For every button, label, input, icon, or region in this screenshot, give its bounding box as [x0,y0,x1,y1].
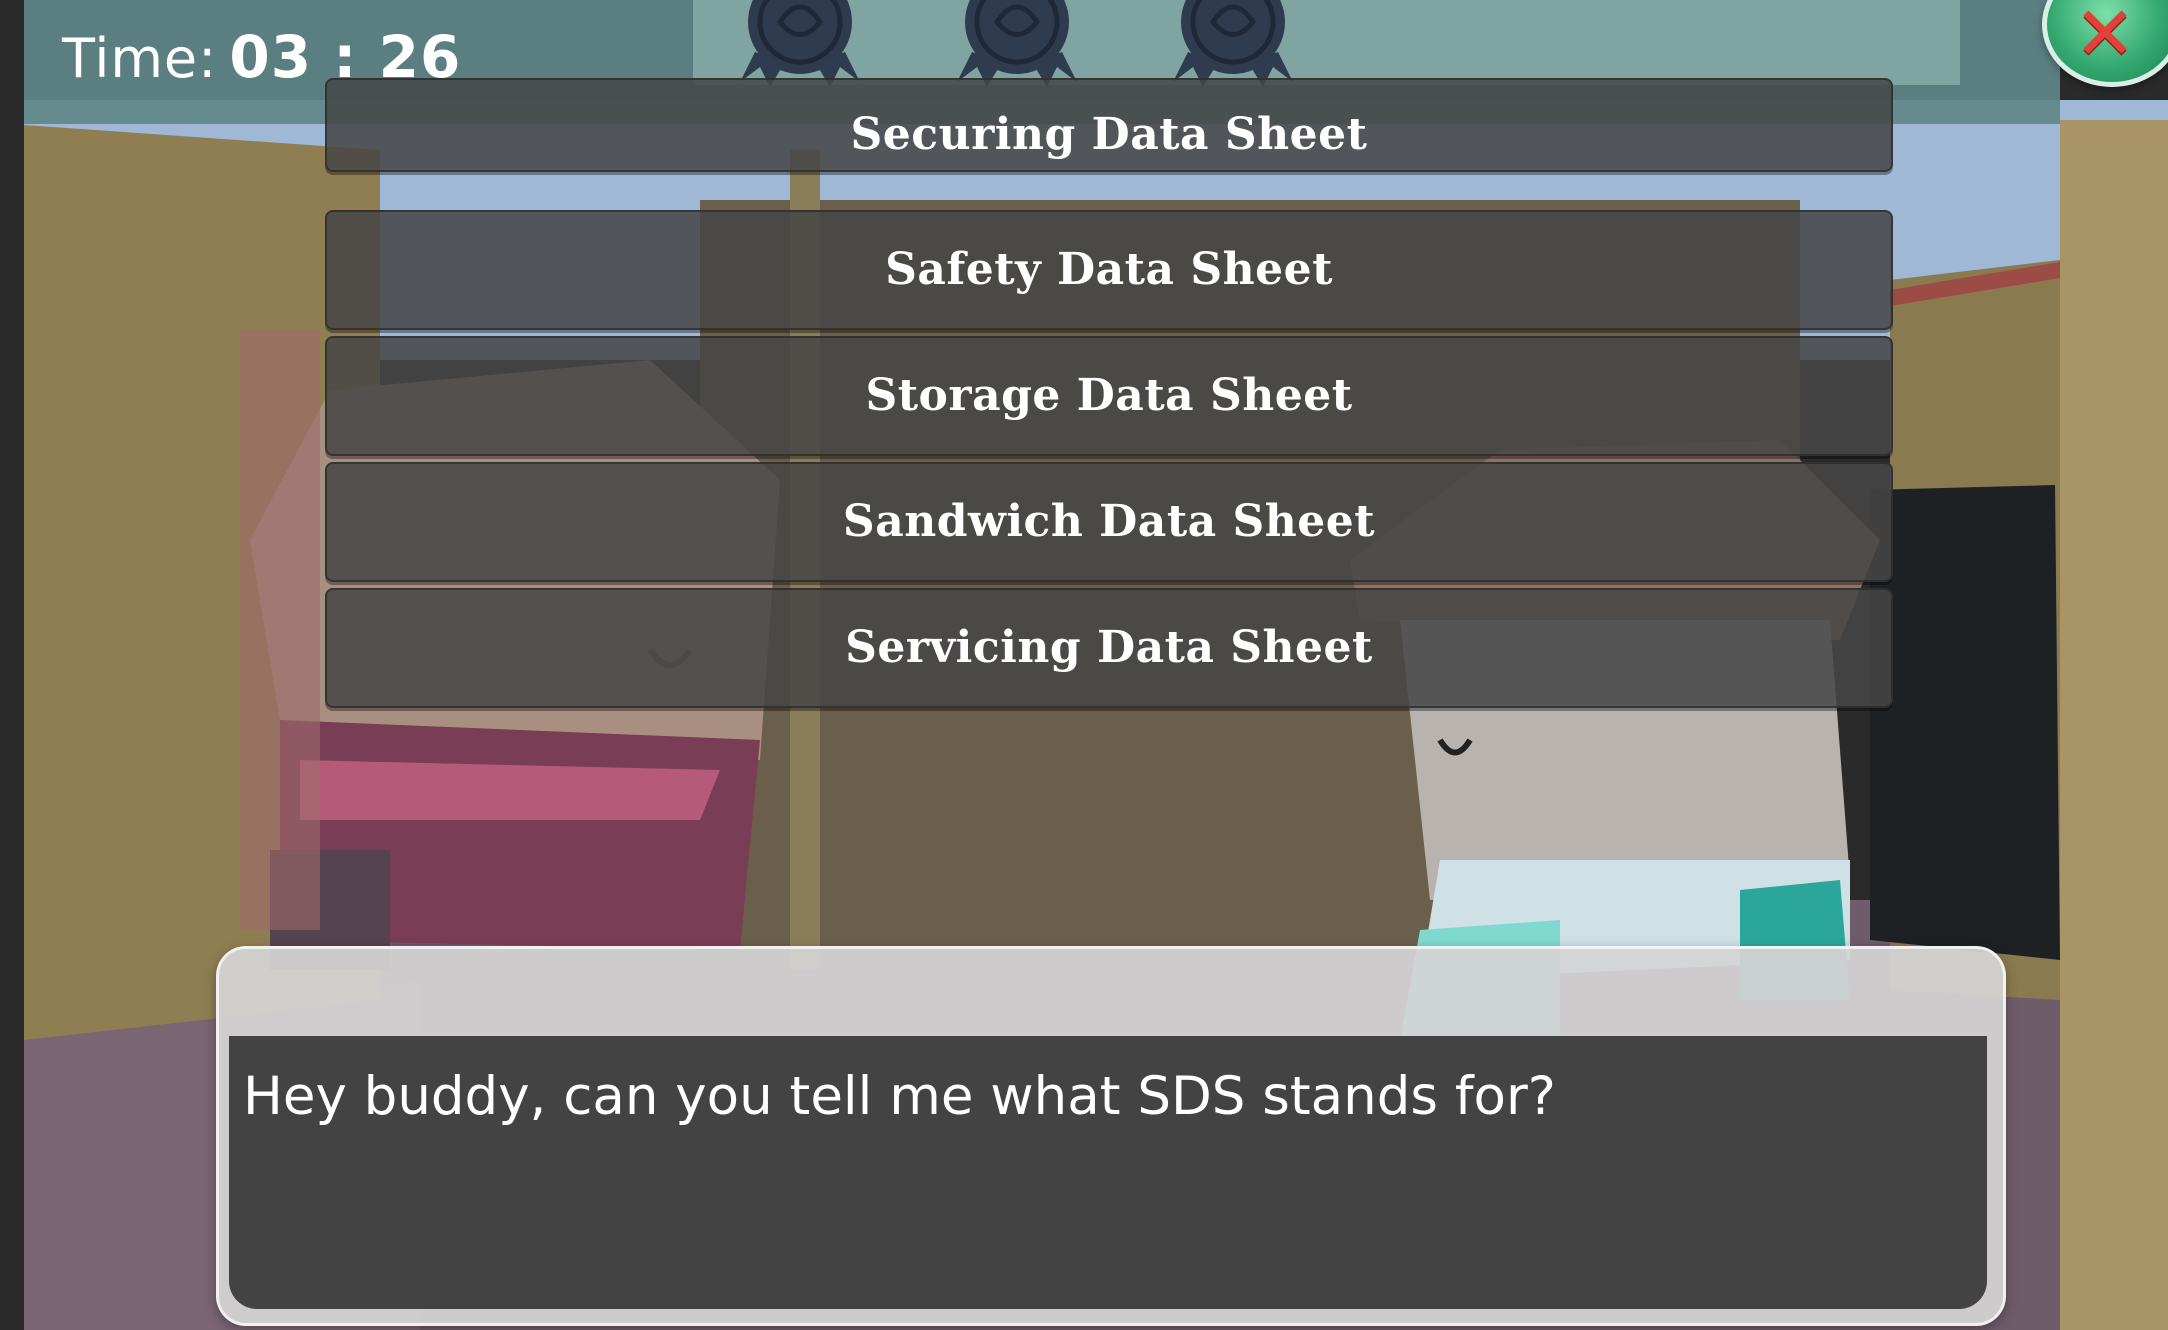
choice-servicing-data-sheet[interactable]: Servicing Data Sheet [325,588,1893,708]
close-x-icon: ✕ [2073,0,2136,77]
dialog-text: Hey buddy, can you tell me what SDS stan… [243,1066,1556,1127]
dialog-box: Hey buddy, can you tell me what SDS stan… [216,946,2006,1326]
choice-sandwich-data-sheet[interactable]: Sandwich Data Sheet [325,462,1893,582]
choice-storage-data-sheet[interactable]: Storage Data Sheet [325,336,1893,456]
dialog-text-panel: Hey buddy, can you tell me what SDS stan… [229,1036,1987,1309]
badges-bar [693,0,1960,87]
choice-safety-data-sheet[interactable]: Safety Data Sheet [325,210,1893,330]
choice-securing-data-sheet[interactable]: Securing Data Sheet [325,78,1893,172]
timer-label: Time: [62,27,218,90]
